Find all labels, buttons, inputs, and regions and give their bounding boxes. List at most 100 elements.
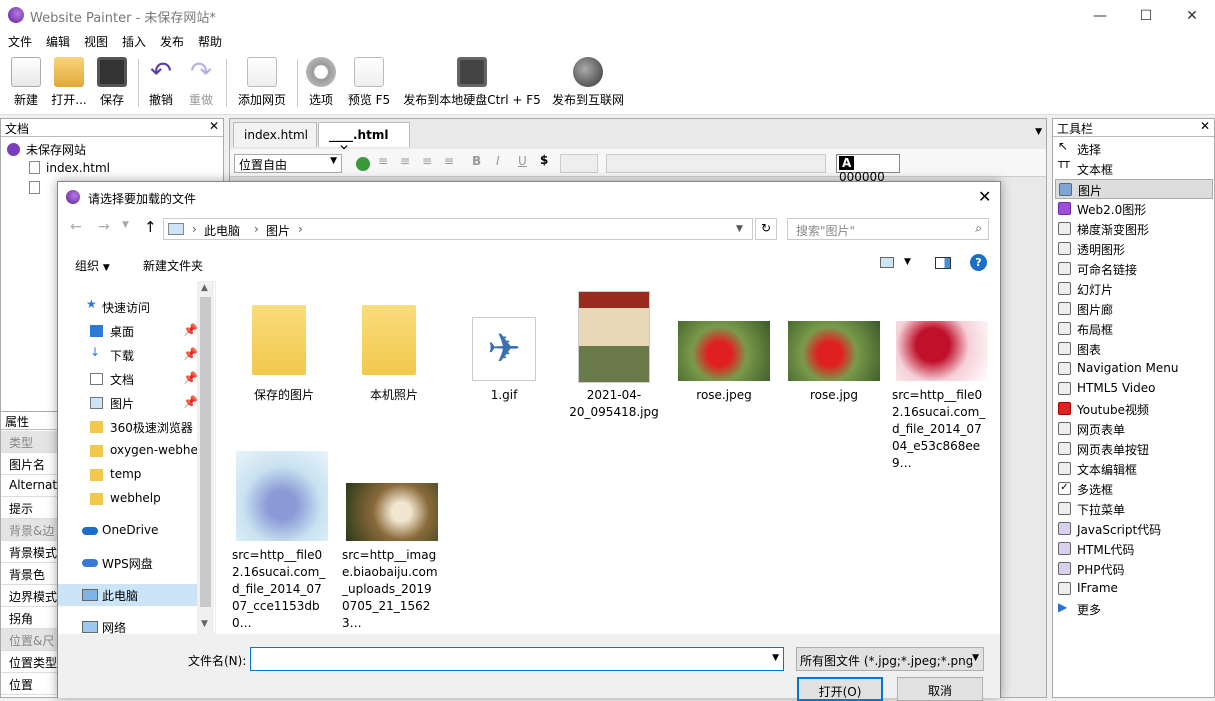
file-item[interactable]: 2021-04-20_095418.jpg bbox=[562, 291, 666, 421]
organize-button[interactable]: 组织 ▼ bbox=[75, 257, 110, 274]
prop-row[interactable]: 边界模式 bbox=[1, 585, 57, 607]
file-item[interactable]: 保存的图片 bbox=[232, 291, 336, 404]
tool-layout-box[interactable]: 布局框 bbox=[1055, 319, 1213, 339]
up-arrow-icon[interactable]: ↑ bbox=[144, 218, 157, 236]
close-panel-button[interactable]: ✕ bbox=[209, 119, 219, 133]
maximize-button[interactable]: ☐ bbox=[1123, 0, 1169, 31]
nav-this-pc[interactable]: 此电脑 bbox=[58, 584, 198, 606]
nav-desktop[interactable]: 桌面 📌 bbox=[58, 320, 198, 342]
address-dropdown-icon[interactable]: ▼ bbox=[736, 224, 743, 234]
menu-insert[interactable]: 插入 bbox=[122, 33, 146, 50]
nav-folder-oxygen[interactable]: oxygen-webhe bbox=[58, 440, 198, 462]
publish-local-button[interactable]: 发布到本地硬盘Ctrl + F5 bbox=[402, 55, 542, 108]
tool-web-form[interactable]: 网页表单 bbox=[1055, 419, 1213, 439]
file-item[interactable]: src=http__file02.16sucai.com_d_file_2014… bbox=[892, 291, 988, 472]
nav-wps[interactable]: WPS网盘 bbox=[58, 552, 198, 574]
search-input[interactable]: 搜索"图片" ⌕ bbox=[787, 218, 989, 240]
tool-select[interactable]: ↖ 选择 bbox=[1055, 139, 1213, 159]
redo-button[interactable]: ↷ 重做 bbox=[185, 55, 217, 108]
prop-row[interactable]: 背景色 bbox=[1, 563, 57, 585]
nav-folder-webhelp[interactable]: webhelp bbox=[58, 488, 198, 510]
nav-folder-temp[interactable]: temp bbox=[58, 464, 198, 486]
bold-icon[interactable]: B bbox=[472, 154, 481, 168]
help-icon[interactable]: ? bbox=[970, 254, 987, 271]
tool-slideshow[interactable]: 幻灯片 bbox=[1055, 279, 1213, 299]
prop-row[interactable]: 位置 bbox=[1, 673, 57, 695]
tool-html5-video[interactable]: HTML5 Video bbox=[1055, 379, 1213, 399]
view-options-icon[interactable] bbox=[880, 257, 894, 268]
tree-page-new[interactable] bbox=[29, 181, 40, 195]
file-item[interactable]: 本机照片 bbox=[342, 291, 446, 404]
tool-php[interactable]: PHP代码 bbox=[1055, 559, 1213, 579]
color-field[interactable]: A 000000 bbox=[836, 154, 900, 184]
justify-icon[interactable]: ≡ bbox=[444, 154, 454, 168]
close-button[interactable]: ✕ bbox=[1169, 0, 1215, 31]
menu-publish[interactable]: 发布 bbox=[160, 33, 184, 50]
menu-edit[interactable]: 编辑 bbox=[46, 33, 70, 50]
tool-javascript[interactable]: JavaScript代码 bbox=[1055, 519, 1213, 539]
close-panel-button[interactable]: ✕ bbox=[1200, 119, 1210, 133]
tool-iframe[interactable]: IFrame bbox=[1055, 579, 1213, 599]
tool-gallery[interactable]: 图片廊 bbox=[1055, 299, 1213, 319]
file-item[interactable]: rose.jpeg bbox=[672, 291, 776, 404]
prop-row[interactable]: Alternate bbox=[1, 475, 57, 497]
breadcrumb-this-pc[interactable]: 此电脑 bbox=[204, 222, 240, 239]
position-select[interactable]: 位置自由 ▼ bbox=[234, 154, 342, 173]
address-bar[interactable]: › 此电脑 › 图片 › ▼ bbox=[163, 218, 753, 240]
tool-gradient-shape[interactable]: 梯度渐变图形 bbox=[1055, 219, 1213, 239]
prop-row[interactable]: 提示 bbox=[1, 497, 57, 519]
align-center-icon[interactable]: ≡ bbox=[400, 154, 410, 168]
tab-index[interactable]: index.html bbox=[233, 122, 317, 147]
file-item[interactable]: src=http__image.biaobaiju.com_uploads_20… bbox=[342, 451, 438, 632]
prop-row[interactable]: 拐角 bbox=[1, 607, 57, 629]
file-item[interactable]: ✈ 1.gif bbox=[452, 291, 556, 404]
tool-form-button[interactable]: 网页表单按钮 bbox=[1055, 439, 1213, 459]
minimize-button[interactable]: — bbox=[1077, 0, 1123, 31]
menu-file[interactable]: 文件 bbox=[8, 33, 32, 50]
tool-named-link[interactable]: 可命名链接 bbox=[1055, 259, 1213, 279]
recent-dropdown-icon[interactable]: ▼ bbox=[122, 220, 129, 230]
open-button[interactable]: 打开... bbox=[48, 55, 90, 108]
nav-downloads[interactable]: ↓ 下载 📌 bbox=[58, 344, 198, 366]
menu-view[interactable]: 视图 bbox=[84, 33, 108, 50]
underline-icon[interactable]: U bbox=[518, 154, 527, 168]
tool-text-edit[interactable]: 文本编辑框 bbox=[1055, 459, 1213, 479]
tab-dropdown-icon[interactable]: ▼ bbox=[1035, 127, 1042, 137]
font-family-select[interactable] bbox=[606, 154, 826, 173]
options-button[interactable]: 选项 bbox=[305, 55, 337, 108]
nav-scrollbar[interactable]: ▲ ▼ bbox=[197, 281, 214, 634]
open-button[interactable]: 打开(O) bbox=[797, 677, 883, 701]
preview-pane-icon[interactable] bbox=[935, 257, 951, 269]
publish-web-button[interactable]: 发布到互联网 bbox=[550, 55, 626, 108]
italic-icon[interactable]: I bbox=[496, 154, 500, 168]
save-button[interactable]: 保存 bbox=[96, 55, 128, 108]
nav-pictures[interactable]: 图片 📌 bbox=[58, 392, 198, 414]
file-item[interactable]: rose.jpg bbox=[782, 291, 886, 404]
nav-documents[interactable]: 文档 📌 bbox=[58, 368, 198, 390]
tree-site[interactable]: 未保存网站 bbox=[7, 141, 86, 158]
refresh-button[interactable]: ↻ bbox=[755, 218, 777, 240]
add-page-button[interactable]: 添加网页 bbox=[234, 55, 290, 108]
back-arrow-icon[interactable]: ← bbox=[70, 219, 82, 235]
tool-navigation-menu[interactable]: Navigation Menu bbox=[1055, 359, 1213, 379]
tool-dropdown[interactable]: 下拉菜单 bbox=[1055, 499, 1213, 519]
align-right-icon[interactable]: ≡ bbox=[422, 154, 432, 168]
preview-button[interactable]: 预览 F5 bbox=[345, 55, 393, 108]
dollar-icon[interactable]: $ bbox=[540, 153, 548, 167]
tab-new-page[interactable]: ____.html ✕ bbox=[318, 122, 410, 156]
tool-more[interactable]: ▶ 更多 bbox=[1055, 599, 1213, 619]
nav-folder-360[interactable]: 360极速浏览器 bbox=[58, 416, 198, 438]
undo-button[interactable]: ↶ 撤销 bbox=[145, 55, 177, 108]
align-left-icon[interactable]: ≡ bbox=[378, 154, 388, 168]
view-dropdown-icon[interactable]: ▼ bbox=[904, 257, 911, 267]
tool-html[interactable]: HTML代码 bbox=[1055, 539, 1213, 559]
tool-youtube[interactable]: Youtube视频 bbox=[1055, 399, 1213, 419]
cancel-button[interactable]: 取消 bbox=[897, 677, 983, 701]
filename-input[interactable]: ▼ bbox=[250, 647, 784, 671]
new-folder-button[interactable]: 新建文件夹 bbox=[143, 257, 203, 274]
filename-dropdown-icon[interactable]: ▼ bbox=[772, 653, 779, 663]
tool-checkbox[interactable]: ✓ 多选框 bbox=[1055, 479, 1213, 499]
prop-row[interactable]: 位置类型 bbox=[1, 651, 57, 673]
file-item[interactable]: src=http__file02.16sucai.com_d_file_2014… bbox=[232, 451, 328, 632]
new-button[interactable]: 新建 bbox=[10, 55, 42, 108]
